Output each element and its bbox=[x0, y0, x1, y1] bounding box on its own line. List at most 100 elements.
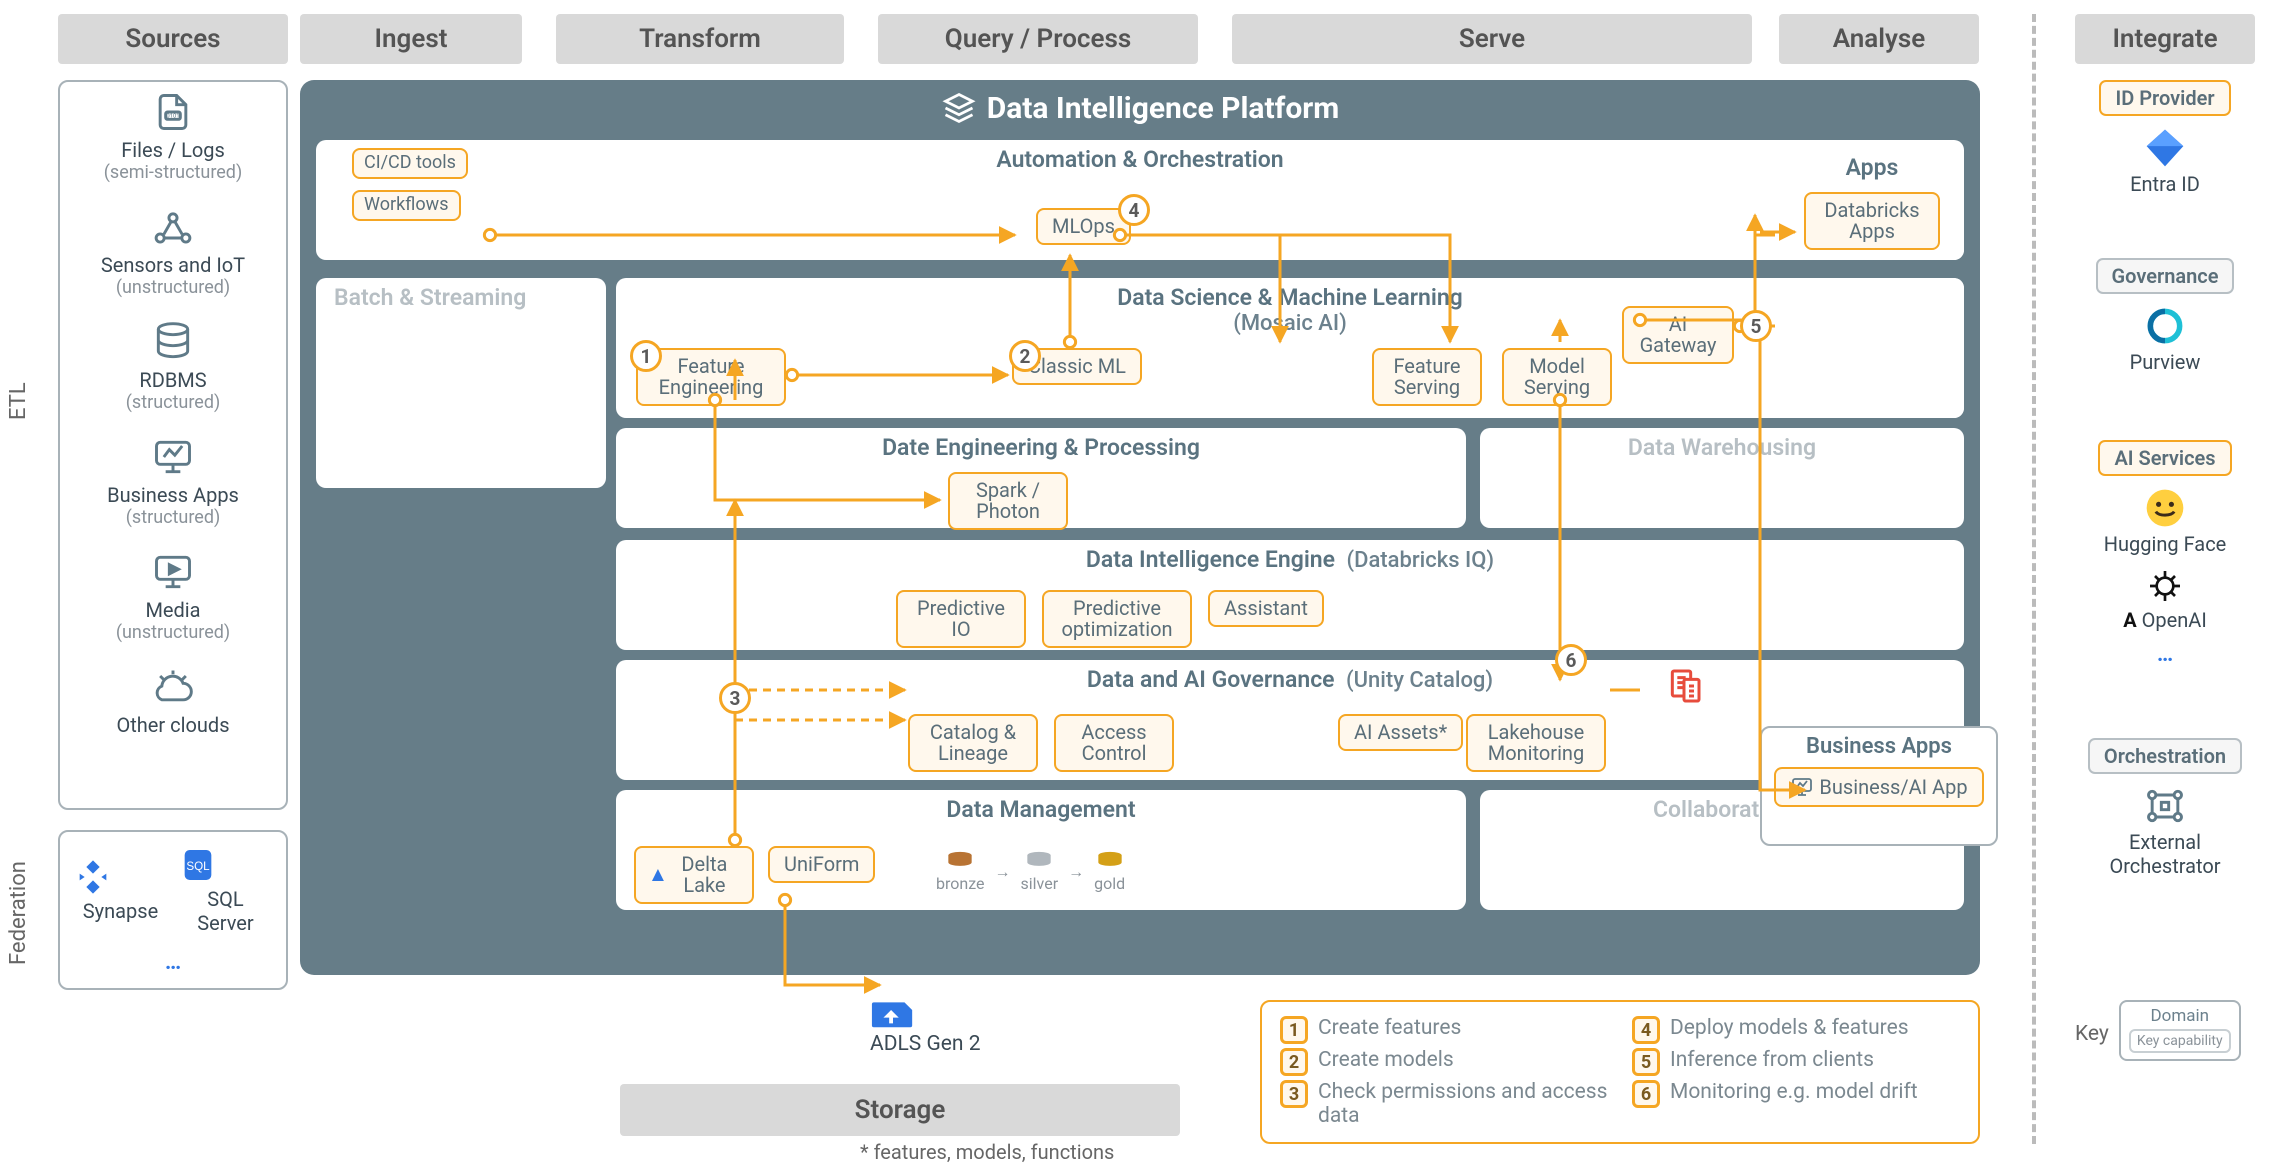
label-etl: ETL bbox=[6, 382, 31, 420]
app-monitor-icon bbox=[1790, 775, 1814, 799]
badge-4: 4 bbox=[1118, 194, 1150, 226]
col-serve: Serve bbox=[1232, 14, 1752, 64]
chip-ai-assets: AI Assets* bbox=[1338, 714, 1463, 751]
col-ingest: Ingest bbox=[300, 14, 522, 64]
legend-4: 4Deploy models & features bbox=[1632, 1016, 1960, 1044]
panel-data-management: Data Management Delta Lake UniForm bronz… bbox=[616, 790, 1466, 910]
int-entra-id: Entra ID bbox=[2075, 126, 2255, 196]
flow-legend: 1Create features 4Deploy models & featur… bbox=[1260, 1000, 1980, 1144]
governance-doc-icon bbox=[1664, 666, 1704, 706]
hugging-face-icon bbox=[2143, 486, 2187, 530]
source-iot: Sensors and IoT(unstructured) bbox=[60, 197, 286, 312]
chip-model-serving: Model Serving bbox=[1502, 348, 1612, 406]
source-biz-apps: Business Apps(structured) bbox=[60, 427, 286, 542]
badge-5: 5 bbox=[1740, 310, 1772, 342]
svg-text:SQL: SQL bbox=[187, 860, 211, 873]
key-capability: Key capability bbox=[2129, 1029, 2231, 1053]
chip-feat-serving: Feature Serving bbox=[1372, 348, 1482, 406]
bronze-icon bbox=[946, 850, 974, 870]
fed-sql-server: SQL SQL Server bbox=[178, 845, 273, 935]
gold-icon bbox=[1096, 850, 1124, 870]
col-query: Query / Process bbox=[878, 14, 1198, 64]
fed-synapse: Synapse bbox=[73, 857, 168, 923]
legend-1: 1Create features bbox=[1280, 1016, 1608, 1044]
integrate-divider bbox=[2032, 14, 2036, 1144]
chip-mlops: MLOps bbox=[1036, 208, 1131, 245]
source-other-clouds: Other clouds bbox=[60, 657, 286, 751]
apps-title: Apps bbox=[1780, 154, 1964, 181]
chip-cicd: CI/CD tools bbox=[352, 148, 468, 179]
integrate-id-provider: ID Provider Entra ID bbox=[2075, 80, 2255, 196]
chip-assistant: Assistant bbox=[1208, 590, 1324, 627]
layers-icon bbox=[941, 90, 977, 126]
svg-text:0101: 0101 bbox=[166, 114, 179, 120]
cloud-icon bbox=[151, 665, 195, 709]
federation-box: Synapse SQL SQL Server … bbox=[58, 830, 288, 990]
int-head-orch: Orchestration bbox=[2088, 738, 2242, 774]
silver-icon bbox=[1025, 850, 1053, 870]
die-title: Data Intelligence Engine (Databricks IQ) bbox=[616, 546, 1964, 573]
delta-icon bbox=[650, 864, 666, 886]
file-icon: 0101 bbox=[151, 90, 195, 134]
chip-lakehouse-monitoring: Lakehouse Monitoring bbox=[1466, 714, 1606, 772]
synapse-icon bbox=[73, 857, 113, 897]
panel-batch-streaming: Batch & Streaming bbox=[316, 278, 606, 488]
gov-title: Data and AI Governance (Unity Catalog) bbox=[616, 666, 1964, 693]
col-sources: Sources bbox=[58, 14, 288, 64]
chip-uniform: UniForm bbox=[768, 846, 875, 883]
label-federation: Federation bbox=[6, 861, 31, 965]
integrate-ai-services: AI Services Hugging Face A OpenAI … bbox=[2075, 440, 2255, 667]
biz-apps-title: Business Apps bbox=[1762, 734, 1996, 759]
key-label: Key bbox=[2075, 1022, 2109, 1046]
chip-delta-lake: Delta Lake bbox=[634, 846, 754, 904]
media-icon bbox=[151, 550, 195, 594]
database-icon bbox=[151, 320, 195, 364]
openai-icon bbox=[2145, 566, 2185, 606]
chip-access-control: Access Control bbox=[1054, 714, 1174, 772]
panel-dsml: Data Science & Machine Learning (Mosaic … bbox=[616, 278, 1964, 418]
panel-apps: Apps Databricks Apps bbox=[1780, 148, 1964, 260]
sql-server-icon: SQL bbox=[178, 845, 218, 885]
source-media: Media(unstructured) bbox=[60, 542, 286, 657]
monitor-icon bbox=[151, 435, 195, 479]
panel-data-warehousing: Data Warehousing bbox=[1480, 428, 1964, 528]
badge-1: 1 bbox=[630, 340, 662, 372]
chip-ai-gateway: AI Gateway bbox=[1622, 306, 1734, 364]
chip-workflows: Workflows bbox=[352, 190, 461, 221]
integrate-governance: Governance Purview bbox=[2075, 258, 2255, 374]
int-head-gov: Governance bbox=[2096, 258, 2235, 294]
badge-6: 6 bbox=[1555, 644, 1587, 676]
orchestrator-icon bbox=[2143, 784, 2187, 828]
int-ai-more: … bbox=[2075, 642, 2255, 667]
legend-6: 6Monitoring e.g. model drift bbox=[1632, 1080, 1960, 1128]
int-head-idp: ID Provider bbox=[2099, 80, 2230, 116]
key-legend: Key Domain Key capability bbox=[2075, 1000, 2255, 1061]
storage-adls: ADLS Gen 2 bbox=[870, 990, 981, 1056]
panel-die: Data Intelligence Engine (Databricks IQ)… bbox=[616, 540, 1964, 650]
int-purview: Purview bbox=[2075, 304, 2255, 374]
purview-icon bbox=[2143, 304, 2187, 348]
int-head-ai: AI Services bbox=[2098, 440, 2231, 476]
chip-predictive-io: Predictive IO bbox=[896, 590, 1026, 648]
dw-title: Data Warehousing bbox=[1480, 434, 1964, 461]
int-external-orchestrator: External Orchestrator bbox=[2075, 784, 2255, 878]
integrate-orchestration: Orchestration External Orchestrator bbox=[2075, 738, 2255, 878]
chip-catalog-lineage: Catalog & Lineage bbox=[908, 714, 1038, 772]
col-analyse: Analyse bbox=[1779, 14, 1979, 64]
col-transform: Transform bbox=[556, 14, 844, 64]
int-openai: A OpenAI bbox=[2075, 566, 2255, 632]
platform-title: Data Intelligence Platform bbox=[300, 90, 1980, 126]
batch-title: Batch & Streaming bbox=[316, 284, 606, 311]
business-apps-box: Business Apps Business/AI App bbox=[1760, 726, 1998, 846]
dm-title: Data Management bbox=[616, 796, 1466, 823]
panel-data-engineering: Date Engineering & Processing Spark / Ph… bbox=[616, 428, 1466, 528]
chip-dbx-apps: Databricks Apps bbox=[1804, 192, 1940, 250]
badge-3: 3 bbox=[719, 682, 751, 714]
legend-3: 3Check permissions and access data bbox=[1280, 1080, 1608, 1128]
key-domain: Domain Key capability bbox=[2119, 1000, 2241, 1061]
chip-predictive-opt: Predictive optimization bbox=[1042, 590, 1192, 648]
chip-spark-photon: Spark / Photon bbox=[948, 472, 1068, 530]
iot-icon bbox=[151, 205, 195, 249]
footnote: * features, models, functions bbox=[860, 1140, 1114, 1164]
automation-title: Automation & Orchestration bbox=[316, 146, 1964, 173]
